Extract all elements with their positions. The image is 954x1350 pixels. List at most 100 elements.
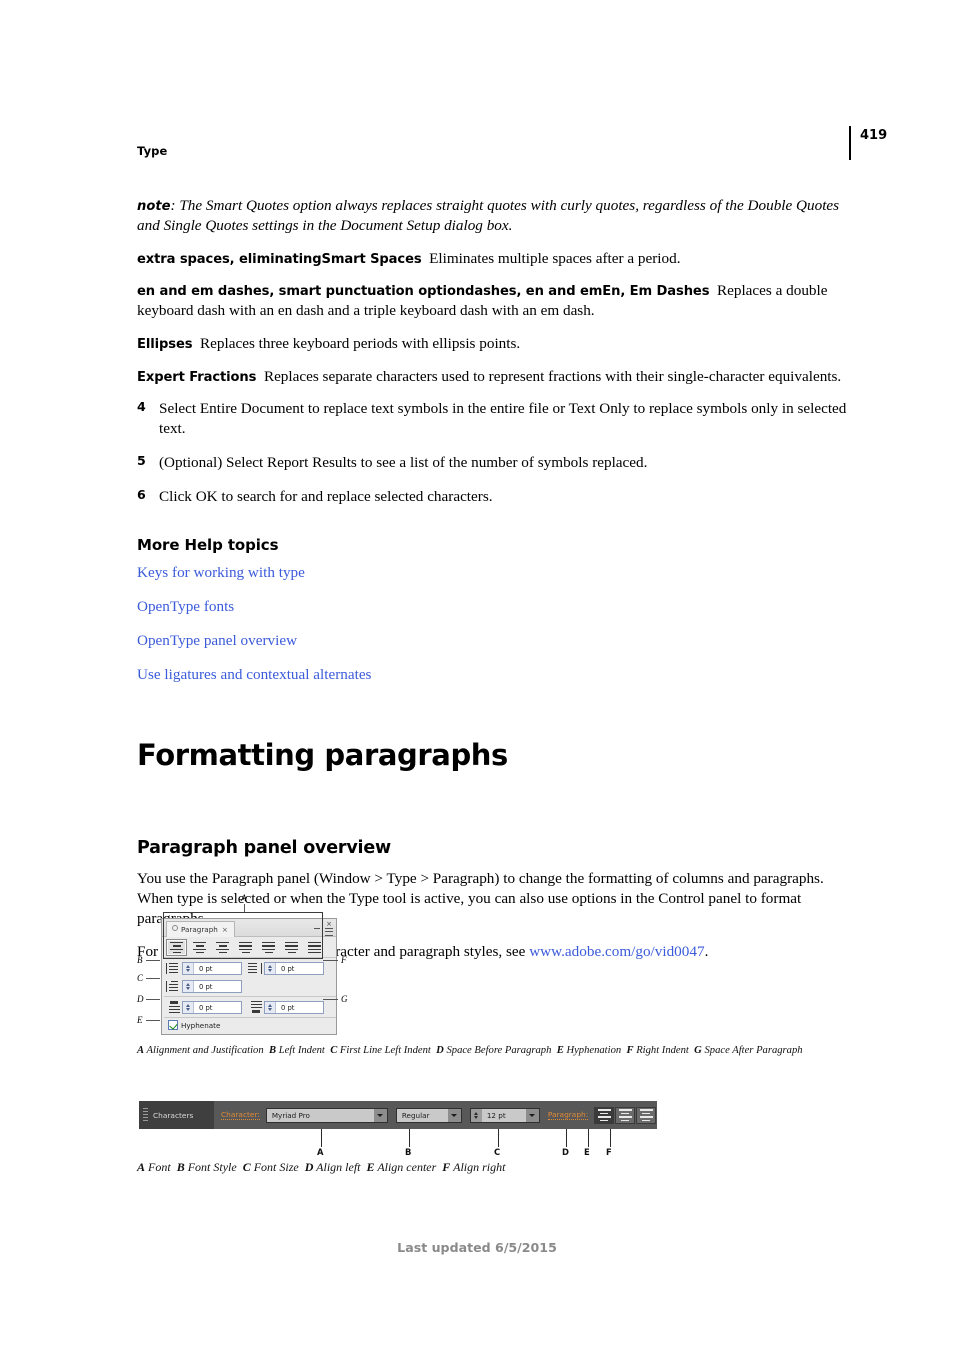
justify-last-right-button[interactable]: [281, 939, 302, 956]
drag-grip-icon[interactable]: [143, 1108, 148, 1122]
right-indent-stepper[interactable]: [265, 963, 276, 974]
callout-leader-c: [146, 978, 160, 979]
page-number-rule: [849, 126, 851, 160]
cap-letter: D: [304, 1160, 314, 1174]
callout-label-b: B: [405, 1147, 412, 1157]
panel-menu-icon[interactable]: [325, 928, 333, 936]
figure1-caption: A Alignment and Justification B Left Ind…: [137, 1044, 853, 1058]
justify-last-center-button[interactable]: [258, 939, 279, 956]
help-link-opentype-fonts[interactable]: OpenType fonts: [137, 597, 852, 617]
callout-label-d: D: [562, 1147, 569, 1157]
cap-label: Align right: [453, 1160, 506, 1174]
control-align-left-button[interactable]: [594, 1106, 615, 1124]
chevron-down-icon[interactable]: [373, 1108, 387, 1122]
first-line-indent-stepper[interactable]: [183, 981, 194, 992]
cap-letter: A: [137, 1045, 145, 1056]
definition-term: extra spaces, eliminatingSmart Spaces: [137, 251, 422, 267]
callout-label-c: C: [494, 1147, 501, 1157]
character-label[interactable]: Character:: [221, 1110, 260, 1120]
chevron-down-icon[interactable]: [447, 1108, 461, 1122]
left-indent-field[interactable]: 0 pt: [182, 962, 242, 975]
cap-label: Alignment and Justification: [146, 1045, 264, 1056]
font-style-combo[interactable]: Regular: [395, 1107, 462, 1123]
align-center-button[interactable]: [189, 939, 210, 956]
help-link-use-ligatures[interactable]: Use ligatures and contextual alternates: [137, 665, 852, 685]
paragraph-panel: Paragraph × × 0 pt 0 pt 0 pt 0 pt 0 pt H…: [161, 918, 337, 1035]
step-number: 4: [137, 399, 146, 415]
tab-close-icon[interactable]: ×: [222, 925, 228, 934]
minimize-icon[interactable]: [314, 922, 320, 929]
align-right-button[interactable]: [212, 939, 233, 956]
left-indent-stepper[interactable]: [183, 963, 194, 974]
cap-label: Align center: [377, 1160, 437, 1174]
callout-leader-f: [323, 960, 338, 961]
callout-label-a: A: [241, 893, 247, 903]
cap-label: Space Before Paragraph: [446, 1045, 552, 1056]
panel-tab-label: Paragraph: [181, 925, 218, 934]
callout-tick-a: [244, 904, 245, 912]
note-paragraph: note: The Smart Quotes option always rep…: [137, 196, 852, 236]
definition-term: Ellipses: [137, 336, 193, 352]
align-left-button[interactable]: [166, 939, 187, 956]
chevron-down-icon[interactable]: [525, 1108, 539, 1122]
space-before-value: 0 pt: [199, 1003, 213, 1012]
hyphenate-checkbox[interactable]: [168, 1020, 178, 1030]
hyphenate-row[interactable]: Hyphenate: [168, 1020, 220, 1030]
panel-divider: [164, 996, 336, 997]
cap-label: Font: [148, 1160, 171, 1174]
definition-paragraph: en and em dashes, smart punctuation opti…: [137, 281, 852, 321]
cap-letter: F: [442, 1160, 451, 1174]
callout-tick-d: [566, 1129, 567, 1147]
right-indent-field[interactable]: 0 pt: [264, 962, 324, 975]
left-indent-icon: [166, 962, 180, 975]
font-size-stepper[interactable]: [470, 1108, 482, 1122]
callout-label-f: F: [341, 955, 347, 965]
callout-label-e: E: [137, 1015, 143, 1025]
callout-leader-b: [146, 960, 160, 961]
help-link-keys-for-working-with-type[interactable]: Keys for working with type: [137, 563, 852, 583]
space-before-field[interactable]: 0 pt: [182, 1001, 242, 1014]
space-after-icon: [248, 1001, 262, 1014]
panel-tab-paragraph[interactable]: Paragraph ×: [166, 921, 235, 937]
cap-label: Font Style: [187, 1160, 237, 1174]
cap-letter: E: [556, 1045, 564, 1056]
cap-label: Align left: [316, 1160, 361, 1174]
callout-tick-c: [498, 1129, 499, 1147]
dock-label: Characters: [153, 1110, 194, 1120]
callout-tick-b: [409, 1129, 410, 1147]
help-link-opentype-panel-overview[interactable]: OpenType panel overview: [137, 631, 852, 651]
space-before-stepper[interactable]: [183, 1002, 194, 1013]
space-after-field[interactable]: 0 pt: [264, 1001, 324, 1014]
definition-term: en and em dashes, smart punctuation opti…: [137, 284, 710, 300]
callout-tick-a: [321, 1129, 322, 1147]
close-icon[interactable]: ×: [326, 920, 332, 928]
step-text: (Optional) Select Report Results to see …: [159, 453, 648, 471]
font-family-combo[interactable]: Myriad Pro: [265, 1107, 388, 1123]
cap-letter: B: [176, 1160, 185, 1174]
page-number: 419: [860, 128, 888, 143]
justify-all-button[interactable]: [304, 939, 325, 956]
justify-last-left-button[interactable]: [235, 939, 256, 956]
numbered-step: 5 (Optional) Select Report Results to se…: [137, 453, 852, 473]
paragraph-label[interactable]: Paragraph:: [547, 1110, 589, 1120]
tab-dot-icon: [172, 925, 178, 931]
first-line-indent-field[interactable]: 0 pt: [182, 980, 242, 993]
note-lead: note: [137, 199, 171, 214]
space-after-stepper[interactable]: [265, 1002, 276, 1013]
cap-label: Space After Paragraph: [704, 1045, 803, 1056]
numbered-step: 4 Select Entire Document to replace text…: [137, 399, 852, 439]
figure-paragraph-panel: A Paragraph × × 0 pt 0 pt 0 pt 0 pt 0 pt…: [137, 893, 348, 1041]
running-header: Type: [137, 144, 168, 158]
main-content: note: The Smart Quotes option always rep…: [137, 196, 852, 974]
control-align-center-button[interactable]: [615, 1106, 636, 1124]
figure-control-panel: Characters Character: Myriad Pro Regular…: [139, 1101, 658, 1157]
video-url-link[interactable]: www.adobe.com/go/vid0047: [529, 943, 704, 960]
right-indent-icon: [248, 962, 262, 975]
first-line-indent-icon: [166, 980, 180, 993]
control-align-right-button[interactable]: [636, 1106, 657, 1124]
space-after-value: 0 pt: [281, 1003, 295, 1012]
font-size-combo[interactable]: 12 pt: [469, 1107, 540, 1123]
step-number: 5: [137, 452, 146, 468]
indent-row-top: 0 pt 0 pt: [166, 960, 336, 977]
font-style-value: Regular: [401, 1110, 430, 1120]
